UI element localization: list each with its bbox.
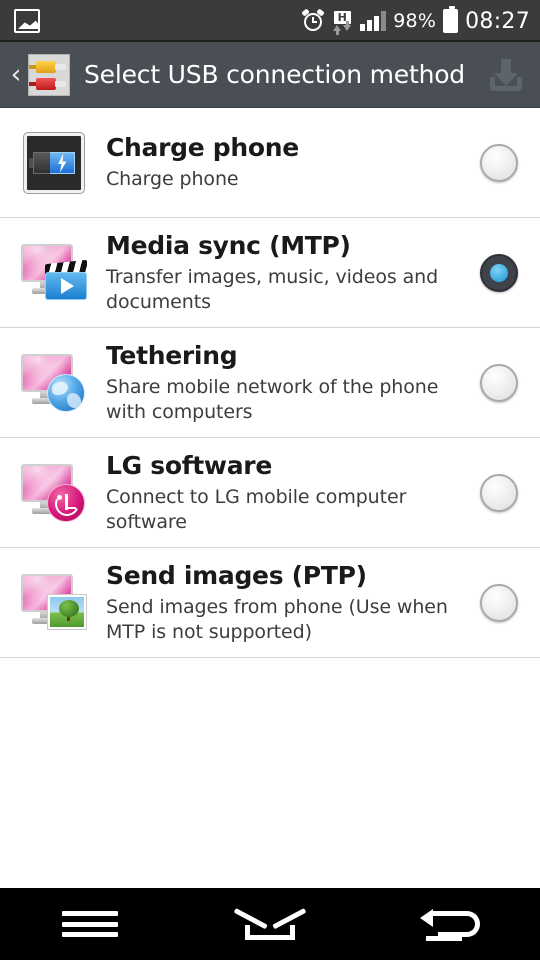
list-item-text: Tethering Share mobile network of the ph… [90, 341, 480, 425]
page-title: Select USB connection method [84, 60, 465, 89]
tethering-globe-icon [18, 352, 90, 414]
list-item-subtitle: Share mobile network of the phone with c… [106, 375, 439, 423]
network-type-icon: H [331, 11, 353, 35]
home-button[interactable] [220, 894, 320, 954]
list-item-subtitle: Connect to LG mobile computer software [106, 485, 407, 533]
download-icon[interactable] [486, 55, 526, 95]
app-header: ‹ Select USB connection method [0, 42, 540, 108]
data-transfer-arrows [333, 21, 352, 35]
phone-screen: H 98% 08:27 ‹ Select USB connection meth… [0, 0, 540, 960]
list-item-title: Tethering [106, 340, 238, 370]
menu-icon [62, 911, 118, 937]
list-item-text: LG software Connect to LG mobile compute… [90, 451, 480, 535]
status-bar-right-cluster: H 98% 08:27 [301, 6, 530, 35]
list-item[interactable]: Charge phone Charge phone [0, 108, 540, 218]
list-item-text: Send images (PTP) Send images from phone… [90, 561, 480, 645]
send-images-icon [18, 572, 90, 634]
signal-strength-icon [360, 11, 387, 31]
list-item-title: Media sync (MTP) [106, 230, 351, 260]
media-sync-icon [18, 242, 90, 304]
list-item-text: Media sync (MTP) Transfer images, music,… [90, 231, 480, 315]
battery-icon [443, 6, 459, 33]
radio-button[interactable] [480, 583, 518, 622]
status-bar: H 98% 08:27 [0, 0, 540, 42]
list-item[interactable]: Tethering Share mobile network of the ph… [0, 328, 540, 438]
usb-cable-icon [28, 53, 70, 96]
back-button[interactable] [400, 894, 500, 954]
list-item-title: Charge phone [106, 133, 299, 162]
lg-software-icon [18, 462, 90, 524]
system-navigation-bar [0, 888, 540, 960]
list-item-subtitle: Send images from phone (Use when MTP is … [106, 595, 448, 643]
radio-button[interactable] [480, 473, 518, 512]
usb-option-list: Charge phone Charge phone Media sync (MT… [0, 108, 540, 658]
gallery-notification-icon [14, 9, 40, 33]
alarm-clock-icon [301, 8, 326, 32]
list-item[interactable]: Media sync (MTP) Transfer images, music,… [0, 218, 540, 328]
list-item-subtitle: Transfer images, music, videos and docum… [106, 265, 439, 313]
clock-label: 08:27 [465, 8, 530, 34]
home-icon [233, 908, 307, 940]
list-item-title: Send images (PTP) [106, 560, 367, 590]
list-item[interactable]: LG software Connect to LG mobile compute… [0, 438, 540, 548]
radio-button[interactable] [480, 143, 518, 182]
back-chevron-icon[interactable]: ‹ [6, 61, 26, 88]
back-icon [420, 907, 480, 941]
list-item-text: Charge phone Charge phone [90, 133, 480, 192]
radio-button[interactable] [480, 363, 518, 402]
menu-button[interactable] [40, 894, 140, 954]
charge-battery-icon [18, 132, 90, 193]
list-item-subtitle: Charge phone [106, 168, 239, 190]
list-item[interactable]: Send images (PTP) Send images from phone… [0, 548, 540, 658]
battery-percent-label: 98% [393, 10, 437, 32]
list-item-title: LG software [106, 450, 272, 480]
radio-button[interactable] [480, 253, 518, 292]
